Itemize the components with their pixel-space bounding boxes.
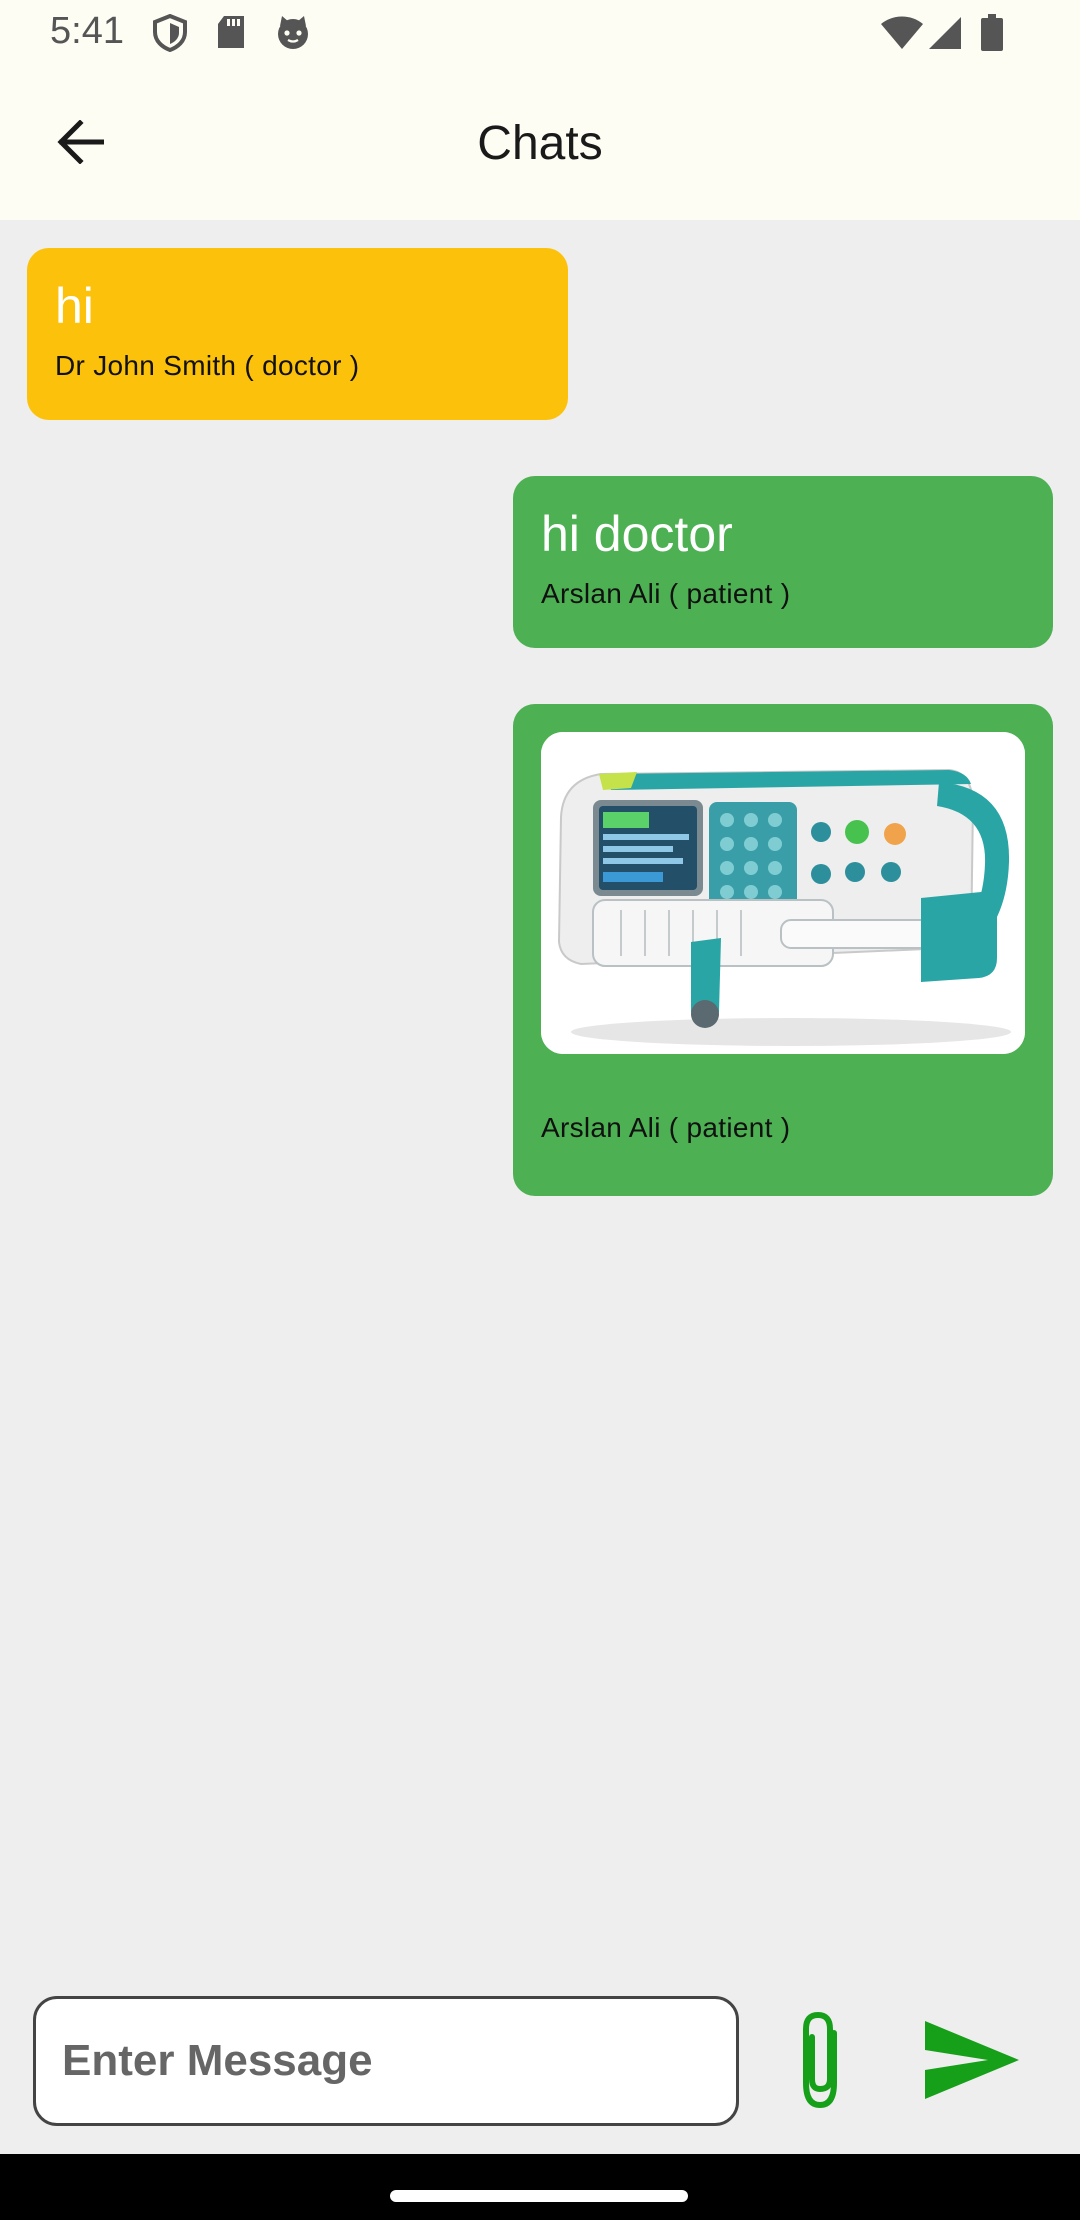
system-navigation-bar (0, 2154, 1080, 2220)
attach-button[interactable] (778, 1990, 862, 2130)
send-icon (925, 2021, 1019, 2099)
shield-icon (152, 13, 188, 57)
cellular-signal-icon (928, 16, 962, 55)
chat-message-list[interactable]: hi Dr John Smith ( doctor ) hi doctor Ar… (0, 220, 1080, 1970)
message-bubble-outgoing[interactable]: hi doctor Arslan Ali ( patient ) (513, 476, 1053, 648)
status-bar: 5:41 (0, 0, 1080, 66)
status-time: 5:41 (50, 10, 124, 52)
send-button[interactable] (912, 2010, 1032, 2110)
home-gesture-handle[interactable] (390, 2190, 688, 2202)
wifi-icon (880, 16, 924, 55)
message-sender: Dr John Smith ( doctor ) (55, 350, 360, 381)
page-title: Chats (477, 116, 603, 170)
syringe-pump-image (541, 732, 1025, 1054)
app-bar: Chats (0, 66, 1080, 220)
cat-face-icon (274, 14, 312, 57)
message-bubble-incoming[interactable]: hi Dr John Smith ( doctor ) (27, 248, 568, 420)
message-text: hi doctor (541, 506, 733, 562)
battery-icon (980, 14, 1004, 57)
message-composer (0, 1970, 1080, 2154)
message-input[interactable] (33, 1996, 739, 2126)
message-image[interactable] (541, 732, 1025, 1054)
message-sender: Arslan Ali ( patient ) (541, 1112, 791, 1143)
sd-card-icon (216, 14, 246, 55)
message-text: hi (55, 278, 94, 334)
back-button[interactable] (44, 106, 116, 178)
arrow-left-icon (57, 120, 104, 164)
message-sender: Arslan Ali ( patient ) (541, 578, 791, 609)
message-bubble-outgoing-image[interactable]: Arslan Ali ( patient ) (513, 704, 1053, 1196)
paperclip-icon (803, 2011, 837, 2109)
